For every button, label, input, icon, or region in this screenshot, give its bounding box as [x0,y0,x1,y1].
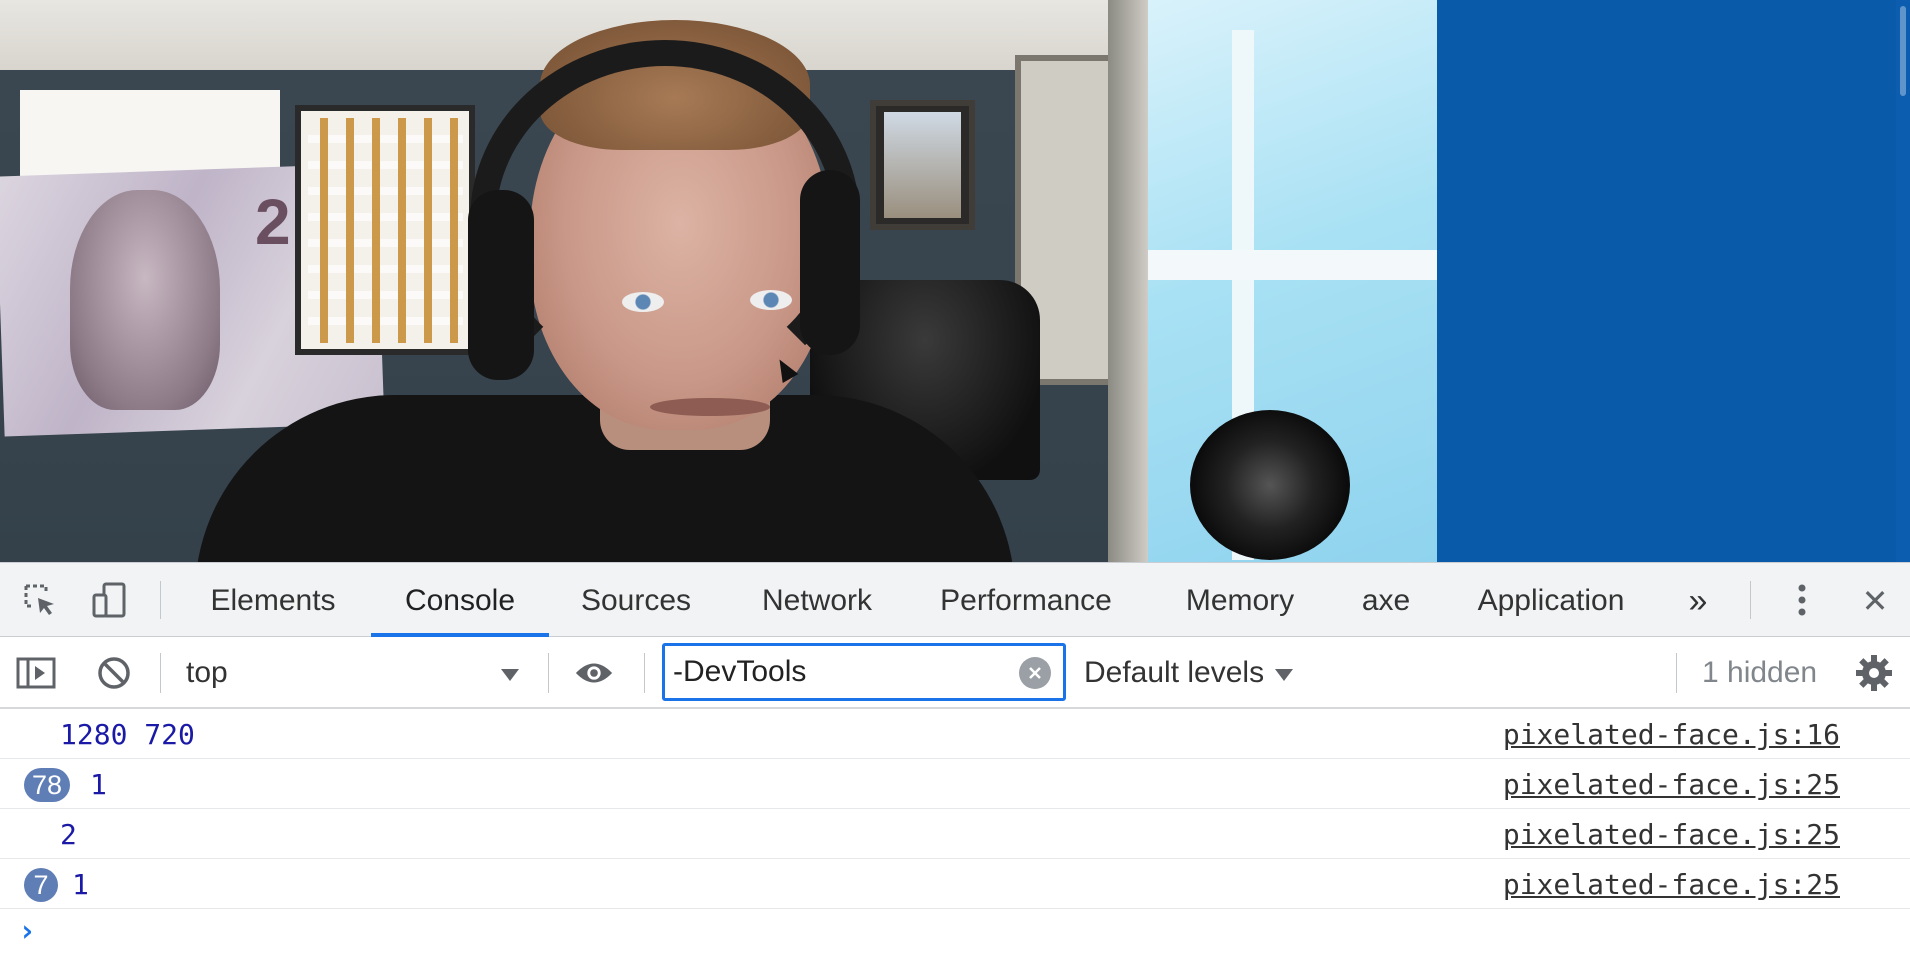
inspect-element-icon[interactable] [20,580,60,620]
desk-fan [1190,410,1350,560]
live-expression-eye-icon[interactable] [574,653,614,693]
page-background-panel [1437,0,1896,562]
console-message: 7 1 pixelated-face.js:25 [0,859,1910,909]
console-message-text: 1 [72,868,89,901]
tab-sources[interactable]: Sources [568,563,704,637]
tab-axe[interactable]: axe [1348,563,1424,637]
tabbar-divider [160,581,161,619]
banknote-number: 2 [255,186,291,258]
tab-console[interactable]: Console [371,563,549,637]
console-toolbar: top Default levels [0,637,1910,709]
close-devtools-icon[interactable]: ✕ [1854,563,1896,637]
scrollbar-thumb[interactable] [1900,6,1906,96]
wall-edge [1108,0,1152,562]
log-levels-label: Default levels [1084,656,1265,689]
webcam-video: 2 [0,0,1437,562]
toolbar-divider [1676,653,1677,693]
repeat-count-badge: 7 [24,868,58,902]
devtools-tabbar: Elements Console Sources Network Perform… [0,563,1910,637]
window-frame-horizontal [1148,250,1437,280]
console-message-text: 1280 720 [60,718,195,751]
toolbar-divider [548,653,549,693]
headphone-cup-right [800,170,860,355]
more-tabs-button[interactable]: » [1670,563,1726,637]
tabbar-divider-right [1750,581,1751,619]
headphone-cup-left [468,190,534,380]
context-selector-value: top [186,656,228,689]
page-viewport: 2 [0,0,1910,562]
console-message-text: 1 [90,768,107,801]
chevron-down-icon [1274,656,1294,690]
repeat-count-badge: 78 [24,768,71,802]
framed-poster-art [884,112,961,218]
console-message-text: 2 [60,818,77,851]
chevron-down-icon [500,656,520,690]
console-message-source-link[interactable]: pixelated-face.js:25 [1503,818,1840,851]
console-filter-input[interactable] [673,652,1013,692]
toolbar-divider [160,653,161,693]
hidden-messages-count: 1 hidden [1702,656,1818,689]
tab-application[interactable]: Application [1462,563,1640,637]
page-scrollbar[interactable] [1896,0,1910,562]
wall-chart-cells [308,118,463,343]
tab-performance[interactable]: Performance [928,563,1124,637]
context-selector[interactable]: top [172,647,530,699]
clear-console-icon[interactable] [94,653,134,693]
console-prompt[interactable]: › [18,914,36,949]
mouth [650,398,770,416]
console-log: 1280 720 pixelated-face.js:16 78 1 pixel… [0,709,1910,954]
console-message: 1280 720 pixelated-face.js:16 [0,709,1910,759]
banknote-portrait [70,190,220,410]
console-message-source-link[interactable]: pixelated-face.js:25 [1503,768,1840,801]
gear-icon[interactable] [1854,653,1894,693]
show-sidebar-icon[interactable] [16,653,56,693]
devtools-panel: Elements Console Sources Network Perform… [0,562,1910,954]
tab-memory[interactable]: Memory [1164,563,1316,637]
toolbar-divider [644,653,645,693]
console-filter-box[interactable] [662,643,1066,701]
console-message: 2 pixelated-face.js:25 [0,809,1910,859]
console-message: 78 1 pixelated-face.js:25 [0,759,1910,809]
clear-filter-icon[interactable] [1019,657,1051,689]
console-message-source-link[interactable]: pixelated-face.js:25 [1503,868,1840,901]
tab-elements[interactable]: Elements [196,563,350,637]
kebab-menu-icon[interactable] [1782,580,1822,620]
tab-network[interactable]: Network [742,563,892,637]
log-levels-dropdown[interactable]: Default levels [1084,647,1294,699]
device-toolbar-icon[interactable] [90,580,130,620]
console-message-source-link[interactable]: pixelated-face.js:16 [1503,718,1840,751]
